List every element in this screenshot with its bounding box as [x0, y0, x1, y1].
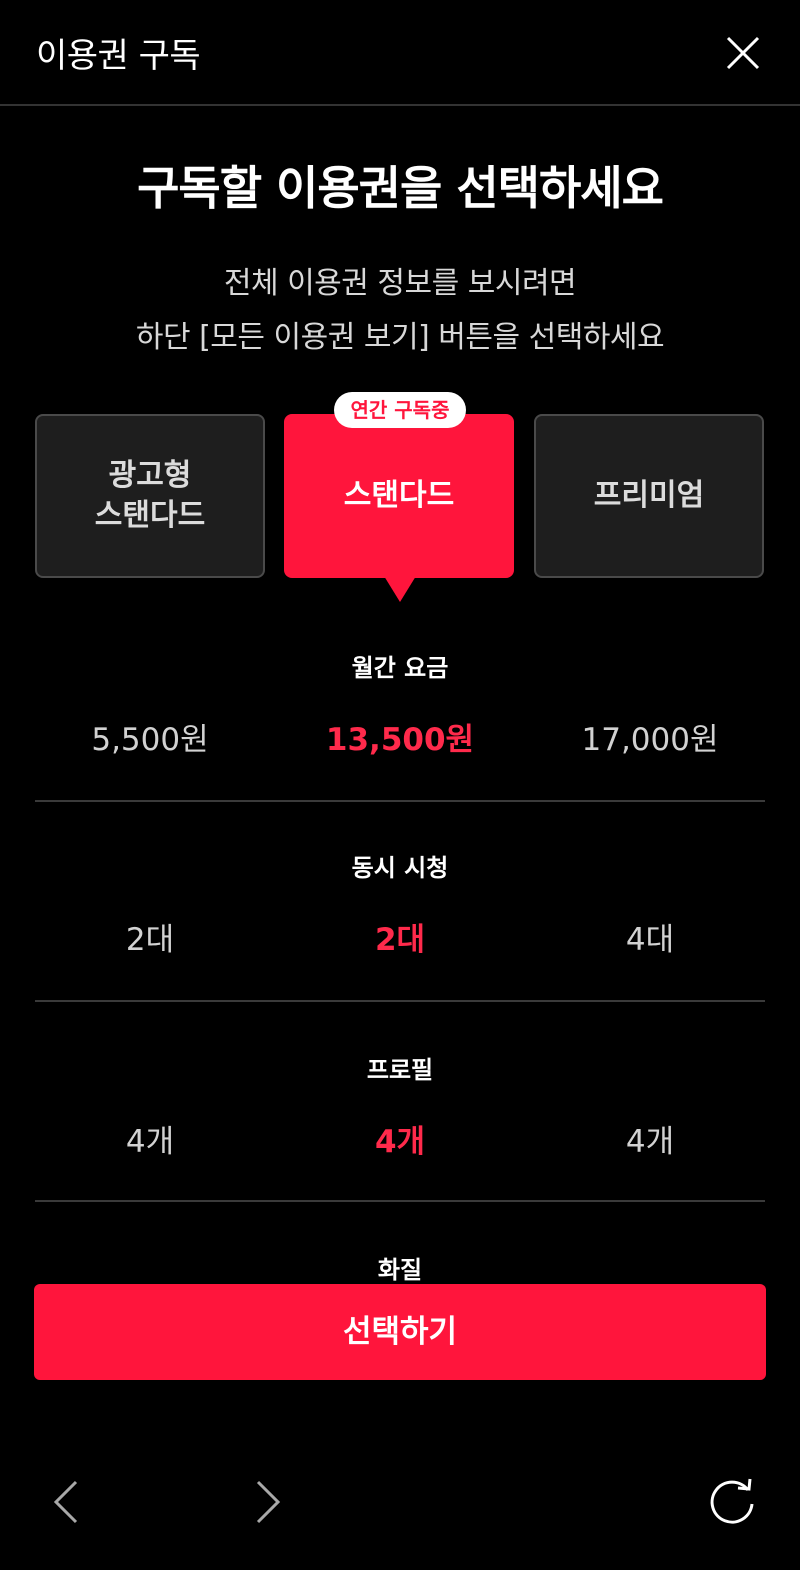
- row-label-price: 월간 요금: [351, 654, 449, 682]
- refresh-icon: [710, 1478, 754, 1524]
- close-button[interactable]: [718, 28, 768, 78]
- plan-label: 광고형 스탠다드: [94, 458, 206, 533]
- divider: [35, 1200, 765, 1202]
- subtitle-line-2: 하단 [모든 이용권 보기] 버튼을 선택하세요: [135, 320, 665, 355]
- row-label-streams: 동시 시청: [351, 854, 449, 882]
- plan-label: 스탠다드: [343, 478, 455, 513]
- chevron-left-icon: [53, 1480, 78, 1524]
- chevron-right-icon: [256, 1480, 281, 1524]
- price-premium: 17,000원: [581, 722, 719, 758]
- close-icon: [726, 36, 760, 70]
- divider: [35, 800, 765, 802]
- profiles-premium: 4개: [625, 1124, 675, 1160]
- plan-card-ad-standard[interactable]: 광고형 스탠다드: [35, 414, 265, 578]
- refresh-button[interactable]: [706, 1476, 758, 1528]
- streams-premium: 4대: [625, 922, 675, 958]
- select-button[interactable]: 선택하기: [34, 1284, 766, 1380]
- subtitle-line-1: 전체 이용권 정보를 보시려면: [223, 266, 577, 301]
- back-button[interactable]: [42, 1476, 94, 1528]
- plan-card-standard[interactable]: 스탠다드: [284, 414, 514, 578]
- row-label-profiles: 프로필: [366, 1056, 434, 1084]
- headline: 구독할 이용권을 선택하세요: [137, 161, 664, 215]
- forward-button[interactable]: [240, 1476, 292, 1528]
- row-label-quality: 화질: [377, 1256, 423, 1284]
- plan-card-premium[interactable]: 프리미엄: [534, 414, 764, 578]
- page-title: 이용권 구독: [36, 36, 201, 76]
- subscription-badge: 연간 구독중: [334, 392, 466, 428]
- divider: [35, 1000, 765, 1002]
- plan-label: 프리미엄: [593, 478, 705, 513]
- header-bar: 이용권 구독: [0, 0, 800, 106]
- selected-pointer: [384, 576, 416, 602]
